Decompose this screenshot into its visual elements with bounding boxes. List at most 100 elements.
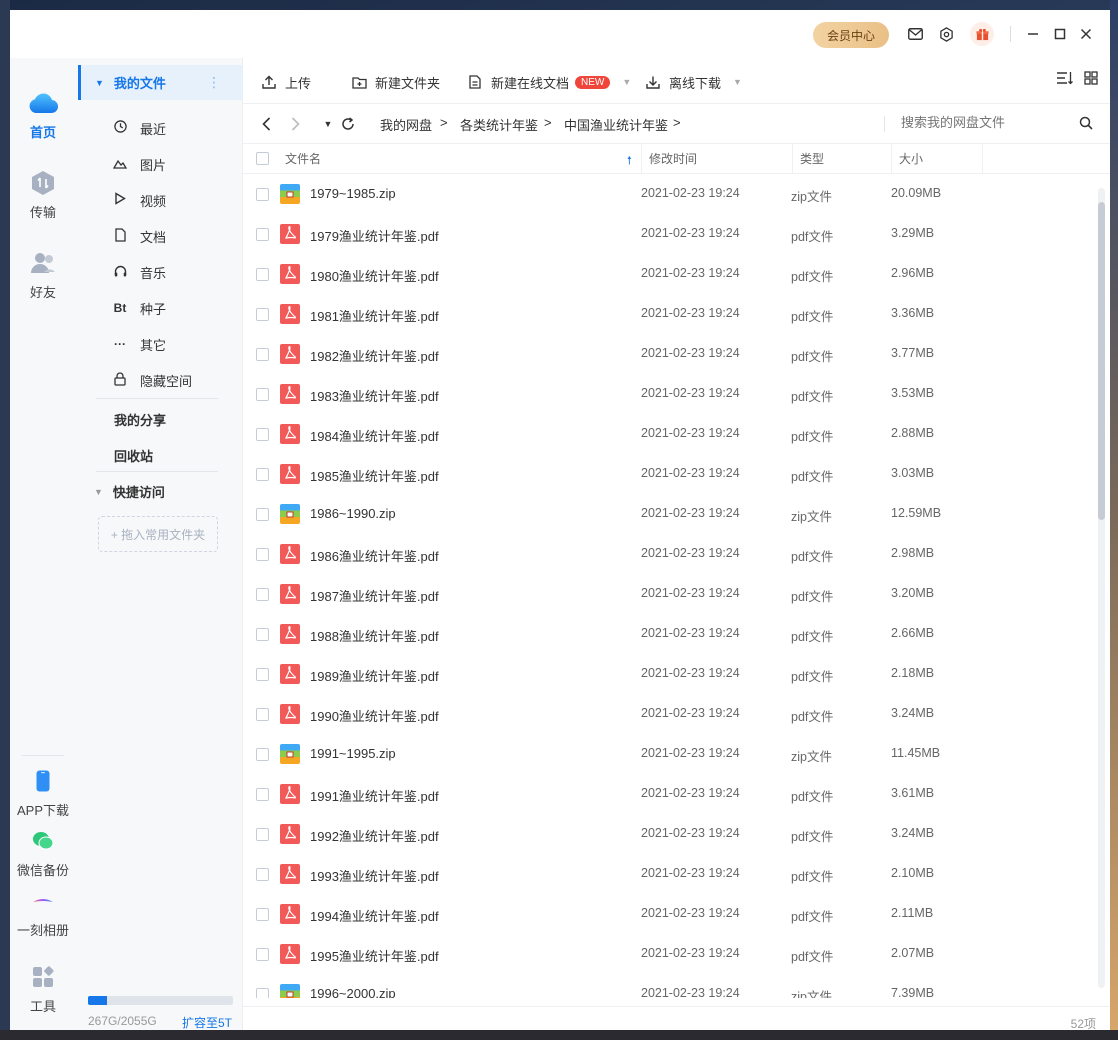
nav-tools[interactable]: 工具: [10, 962, 76, 1015]
breadcrumb-current[interactable]: 中国渔业统计年鉴: [564, 115, 668, 134]
table-row[interactable]: 1996~2000.zip 2021-02-23 19:24 zip文件 7.39MB: [243, 974, 1096, 998]
forward-icon[interactable]: [286, 114, 304, 134]
table-row[interactable]: 1987渔业统计年鉴.pdf 2021-02-23 19:24 pdf文件 3.20M…: [243, 574, 1096, 614]
scrollbar[interactable]: [1098, 188, 1105, 1030]
vertical-more-icon[interactable]: ⋮: [207, 74, 221, 91]
row-checkbox[interactable]: [256, 548, 269, 561]
sort-ascending-icon[interactable]: 🠕: [627, 152, 632, 171]
table-row[interactable]: 1991渔业统计年鉴.pdf 2021-02-23 19:24 pdf文件 3.61M…: [243, 774, 1096, 814]
back-icon[interactable]: [257, 114, 275, 134]
column-size[interactable]: 大小: [891, 144, 923, 174]
row-checkbox[interactable]: [256, 308, 269, 321]
tree-item-docs[interactable]: 文档: [112, 226, 166, 246]
file-name[interactable]: 1986渔业统计年鉴.pdf: [310, 546, 439, 565]
table-row[interactable]: 1981渔业统计年鉴.pdf 2021-02-23 19:24 pdf文件 3.36M…: [243, 294, 1096, 334]
file-name[interactable]: 1986~1990.zip: [310, 506, 396, 521]
row-checkbox[interactable]: [256, 508, 269, 521]
row-checkbox[interactable]: [256, 868, 269, 881]
tree-my-share[interactable]: 我的分享: [114, 410, 166, 429]
upload-button[interactable]: 上传: [261, 72, 311, 92]
file-name[interactable]: 1980渔业统计年鉴.pdf: [310, 266, 439, 285]
nav-album[interactable]: 一刻相册: [10, 886, 76, 939]
column-type[interactable]: 类型: [792, 144, 824, 174]
breadcrumb-folder[interactable]: 各类统计年鉴: [460, 115, 538, 134]
table-row[interactable]: 1990渔业统计年鉴.pdf 2021-02-23 19:24 pdf文件 3.24M…: [243, 694, 1096, 734]
tree-item-hidden-space[interactable]: 隐藏空间: [112, 370, 192, 390]
file-name[interactable]: 1995渔业统计年鉴.pdf: [310, 946, 439, 965]
tree-quick-access[interactable]: ▼ 快捷访问: [94, 482, 165, 501]
file-name[interactable]: 1990渔业统计年鉴.pdf: [310, 706, 439, 725]
close-icon[interactable]: [1076, 24, 1096, 44]
dropdown-caret-icon[interactable]: ▼: [733, 77, 742, 87]
row-checkbox[interactable]: [256, 828, 269, 841]
table-row[interactable]: 1988渔业统计年鉴.pdf 2021-02-23 19:24 pdf文件 2.66M…: [243, 614, 1096, 654]
nav-home[interactable]: 首页: [10, 88, 76, 141]
minimize-icon[interactable]: [1023, 24, 1043, 44]
tree-recycle-bin[interactable]: 回收站: [114, 446, 153, 465]
row-checkbox[interactable]: [256, 428, 269, 441]
row-checkbox[interactable]: [256, 788, 269, 801]
search-input[interactable]: [901, 115, 1061, 130]
column-name[interactable]: 文件名: [277, 144, 321, 174]
file-name[interactable]: 1979~1985.zip: [310, 186, 396, 201]
file-name[interactable]: 1988渔业统计年鉴.pdf: [310, 626, 439, 645]
settings-icon[interactable]: [936, 24, 956, 44]
table-row[interactable]: 1980渔业统计年鉴.pdf 2021-02-23 19:24 pdf文件 2.96M…: [243, 254, 1096, 294]
nav-friends[interactable]: 好友: [10, 248, 76, 301]
file-name[interactable]: 1987渔业统计年鉴.pdf: [310, 586, 439, 605]
nav-wechat-backup[interactable]: 微信备份: [10, 826, 76, 879]
table-row[interactable]: 1993渔业统计年鉴.pdf 2021-02-23 19:24 pdf文件 2.10M…: [243, 854, 1096, 894]
table-row[interactable]: 1994渔业统计年鉴.pdf 2021-02-23 19:24 pdf文件 2.11M…: [243, 894, 1096, 934]
table-row[interactable]: 1986渔业统计年鉴.pdf 2021-02-23 19:24 pdf文件 2.98M…: [243, 534, 1096, 574]
file-name[interactable]: 1996~2000.zip: [310, 986, 396, 998]
file-name[interactable]: 1984渔业统计年鉴.pdf: [310, 426, 439, 445]
refresh-icon[interactable]: [339, 114, 357, 134]
table-row[interactable]: 1995渔业统计年鉴.pdf 2021-02-23 19:24 pdf文件 2.07M…: [243, 934, 1096, 974]
row-checkbox[interactable]: [256, 388, 269, 401]
file-name[interactable]: 1985渔业统计年鉴.pdf: [310, 466, 439, 485]
dropdown-caret-icon[interactable]: ▼: [622, 77, 631, 87]
quick-access-drop-zone[interactable]: + 拖入常用文件夹: [98, 516, 218, 552]
table-row[interactable]: 1982渔业统计年鉴.pdf 2021-02-23 19:24 pdf文件 3.77M…: [243, 334, 1096, 374]
tree-item-music[interactable]: 音乐: [112, 262, 166, 282]
row-checkbox[interactable]: [256, 588, 269, 601]
maximize-icon[interactable]: [1050, 24, 1070, 44]
search-icon[interactable]: [1079, 116, 1095, 132]
file-name[interactable]: 1989渔业统计年鉴.pdf: [310, 666, 439, 685]
new-online-doc-button[interactable]: 新建在线文档 NEW ▼: [467, 72, 631, 92]
file-name[interactable]: 1991渔业统计年鉴.pdf: [310, 786, 439, 805]
tree-item-torrent[interactable]: Bt 种子: [112, 298, 166, 318]
file-name[interactable]: 1992渔业统计年鉴.pdf: [310, 826, 439, 845]
table-row[interactable]: 1985渔业统计年鉴.pdf 2021-02-23 19:24 pdf文件 3.03M…: [243, 454, 1096, 494]
breadcrumb-root[interactable]: 我的网盘: [380, 115, 432, 134]
file-name[interactable]: 1979渔业统计年鉴.pdf: [310, 226, 439, 245]
table-row[interactable]: 1992渔业统计年鉴.pdf 2021-02-23 19:24 pdf文件 3.24M…: [243, 814, 1096, 854]
row-checkbox[interactable]: [256, 988, 269, 998]
grid-view-icon[interactable]: [1084, 71, 1098, 88]
file-name[interactable]: 1991~1995.zip: [310, 746, 396, 761]
select-all-checkbox[interactable]: [256, 152, 269, 165]
row-checkbox[interactable]: [256, 228, 269, 241]
tree-item-other[interactable]: ··· 其它: [112, 334, 166, 354]
column-mtime[interactable]: 修改时间: [641, 144, 697, 174]
row-checkbox[interactable]: [256, 468, 269, 481]
tree-my-files[interactable]: ▼ 我的文件 ⋮: [78, 65, 243, 100]
nav-app-download[interactable]: APP下载: [10, 766, 76, 819]
row-checkbox[interactable]: [256, 948, 269, 961]
expand-storage-link[interactable]: 扩容至5T: [182, 1014, 232, 1030]
row-checkbox[interactable]: [256, 348, 269, 361]
row-checkbox[interactable]: [256, 908, 269, 921]
row-checkbox[interactable]: [256, 708, 269, 721]
nav-transfer[interactable]: 传输: [10, 168, 76, 221]
row-checkbox[interactable]: [256, 628, 269, 641]
file-name[interactable]: 1994渔业统计年鉴.pdf: [310, 906, 439, 925]
table-row[interactable]: 1979渔业统计年鉴.pdf 2021-02-23 19:24 pdf文件 3.29M…: [243, 214, 1096, 254]
scrollbar-thumb[interactable]: [1098, 202, 1105, 520]
file-name[interactable]: 1982渔业统计年鉴.pdf: [310, 346, 439, 365]
table-row[interactable]: 1983渔业统计年鉴.pdf 2021-02-23 19:24 pdf文件 3.53M…: [243, 374, 1096, 414]
row-checkbox[interactable]: [256, 748, 269, 761]
table-row[interactable]: 1984渔业统计年鉴.pdf 2021-02-23 19:24 pdf文件 2.88M…: [243, 414, 1096, 454]
tree-item-images[interactable]: 图片: [112, 154, 166, 174]
new-folder-button[interactable]: 新建文件夹: [351, 72, 440, 92]
file-name[interactable]: 1983渔业统计年鉴.pdf: [310, 386, 439, 405]
